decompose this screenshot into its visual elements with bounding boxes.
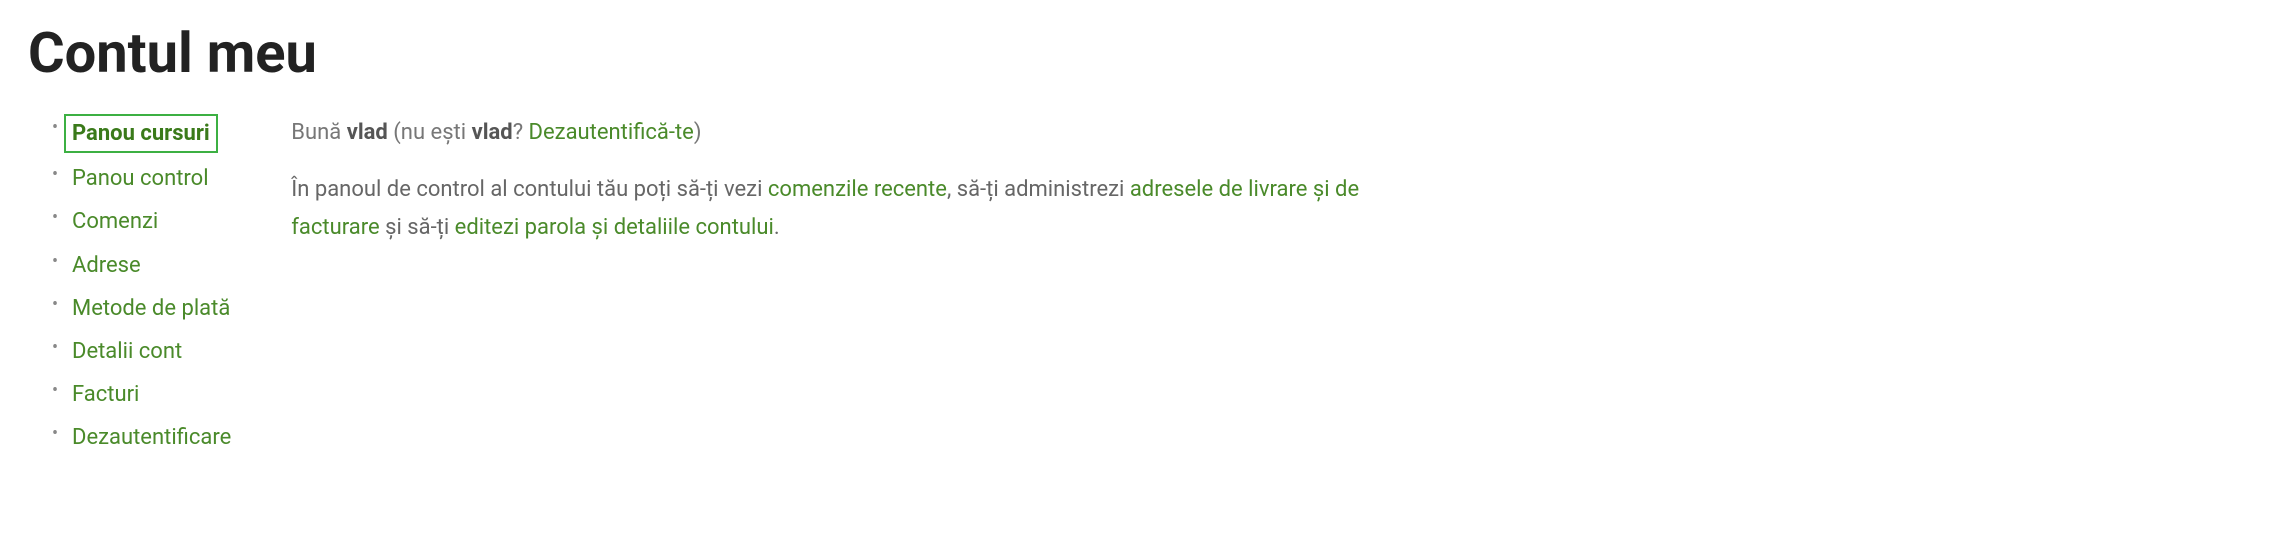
sidebar-link-metode-de-plata[interactable]: Metode de plată xyxy=(72,291,230,326)
greeting-hello: Bună xyxy=(291,120,346,145)
sidebar-item-adrese: Adrese xyxy=(72,248,231,283)
edit-account-link[interactable]: editezi parola și detaliile contului xyxy=(455,215,774,240)
recent-orders-link[interactable]: comenzile recente xyxy=(768,177,947,202)
sidebar-item-facturi: Facturi xyxy=(72,377,231,412)
sidebar-link-panou-cursuri[interactable]: Panou cursuri xyxy=(64,114,218,153)
sidebar-item-metode-de-plata: Metode de plată xyxy=(72,291,231,326)
greeting-not-username: vlad xyxy=(472,120,513,145)
sidebar-item-panou-cursuri: Panou cursuri xyxy=(72,114,231,153)
greeting-closing: ) xyxy=(694,120,702,145)
sidebar-item-dezautentificare: Dezautentificare xyxy=(72,420,231,455)
greeting-question: ? xyxy=(513,120,529,145)
desc-part4: . xyxy=(774,215,780,240)
logout-link[interactable]: Dezautentifică-te xyxy=(529,120,694,145)
sidebar-link-dezautentificare[interactable]: Dezautentificare xyxy=(72,420,231,455)
dashboard-description: În panoul de control al contului tău poț… xyxy=(291,171,1391,246)
desc-part1: În panoul de control al contului tău poț… xyxy=(291,177,768,202)
sidebar-link-comenzi[interactable]: Comenzi xyxy=(72,204,158,239)
sidebar-link-panou-control[interactable]: Panou control xyxy=(72,161,209,196)
desc-part2: , să-ți administrezi xyxy=(947,177,1130,202)
desc-part3: și să-ți xyxy=(380,215,455,240)
greeting-text: Bună vlad (nu ești vlad? Dezautentifică-… xyxy=(291,114,1391,151)
sidebar-item-comenzi: Comenzi xyxy=(72,204,231,239)
page-title: Contul meu xyxy=(28,20,2264,86)
sidebar-item-panou-control: Panou control xyxy=(72,161,231,196)
greeting-username: vlad xyxy=(347,120,388,145)
greeting-not-prefix: (nu ești xyxy=(388,120,472,145)
account-sidebar: Panou cursuri Panou control Comenzi Adre… xyxy=(28,114,231,464)
sidebar-item-detalii-cont: Detalii cont xyxy=(72,334,231,369)
sidebar-link-detalii-cont[interactable]: Detalii cont xyxy=(72,334,182,369)
sidebar-list: Panou cursuri Panou control Comenzi Adre… xyxy=(72,114,231,456)
sidebar-link-adrese[interactable]: Adrese xyxy=(72,248,141,283)
main-content: Bună vlad (nu ești vlad? Dezautentifică-… xyxy=(291,114,1391,464)
sidebar-link-facturi[interactable]: Facturi xyxy=(72,377,139,412)
